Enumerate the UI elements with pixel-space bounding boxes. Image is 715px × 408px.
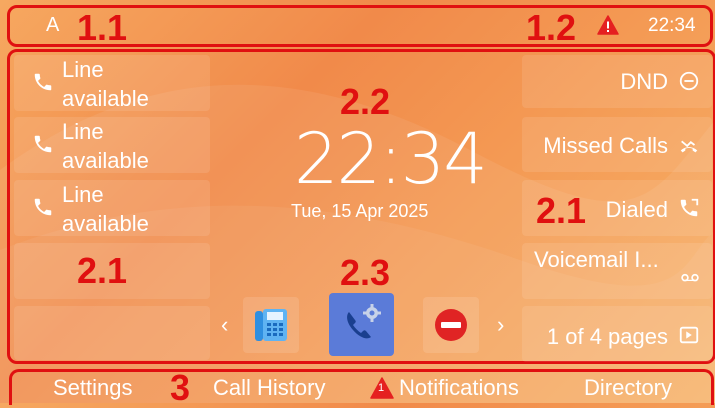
voicemail-label: Voicemail I...	[534, 247, 659, 272]
desk-phone-app-button[interactable]	[243, 297, 299, 353]
chevron-left-icon[interactable]: ‹	[221, 312, 228, 338]
line-key-3[interactable]: Line available	[14, 180, 210, 236]
page-indicator-label: 1 of 4 pages	[546, 324, 668, 349]
phone-handset-icon	[34, 73, 52, 91]
phone-settings-app-button[interactable]	[329, 293, 394, 356]
softkey-settings[interactable]: Settings	[53, 375, 133, 401]
line-key-2[interactable]: Line available	[14, 117, 210, 173]
phone-settings-icon	[347, 304, 381, 339]
line-key-label: Line available	[62, 182, 149, 236]
idle-clock: 22:34	[294, 118, 488, 200]
line-key-1[interactable]: Line available	[14, 55, 210, 111]
missed-calls-key[interactable]: Missed Calls	[522, 117, 712, 172]
line-key-5[interactable]	[14, 306, 210, 360]
phone-handset-icon	[34, 135, 52, 153]
next-page-icon	[679, 326, 699, 344]
line-key-label: Line available	[62, 57, 149, 111]
softkey-notifications-label: Notifications	[399, 375, 519, 400]
desk-phone-icon	[255, 309, 287, 341]
dialed-label: Dialed	[605, 197, 668, 222]
softkey-directory[interactable]: Directory	[584, 375, 672, 401]
dnd-app-button[interactable]	[423, 297, 479, 353]
notification-badge-count: 1	[378, 382, 385, 394]
annotation-2-2: 2.2	[340, 81, 391, 122]
annotation-2-3: 2.3	[340, 252, 391, 293]
line-key-label: Line available	[62, 119, 149, 173]
chevron-right-icon[interactable]: ›	[497, 312, 504, 338]
annotation-2-1-right: 2.1	[536, 190, 587, 231]
voicemail-key[interactable]: Voicemail I...	[522, 243, 712, 299]
dnd-icon	[679, 71, 699, 91]
dialed-call-icon	[680, 198, 699, 217]
missed-call-icon	[680, 140, 698, 153]
annotation-2-1-left: 2.1	[77, 250, 128, 291]
no-entry-icon	[435, 309, 467, 341]
softkey-call-history[interactable]: Call History	[213, 375, 325, 401]
annotation-1-1: 1.1	[77, 7, 128, 48]
status-time: 22:34	[648, 15, 696, 36]
warning-icon[interactable]	[597, 15, 619, 35]
voicemail-icon	[681, 273, 699, 282]
annotation-3: 3	[170, 367, 191, 408]
annotation-1-2: 1.2	[526, 7, 577, 48]
idle-date: Tue, 15 Apr 2025	[291, 201, 429, 221]
page-indicator-key[interactable]: 1 of 4 pages	[522, 306, 712, 362]
missed-calls-label: Missed Calls	[543, 133, 668, 158]
dnd-key[interactable]: DND	[522, 55, 712, 108]
account-letter: A	[46, 14, 60, 36]
phone-handset-icon	[34, 198, 52, 216]
dnd-label: DND	[620, 69, 668, 94]
